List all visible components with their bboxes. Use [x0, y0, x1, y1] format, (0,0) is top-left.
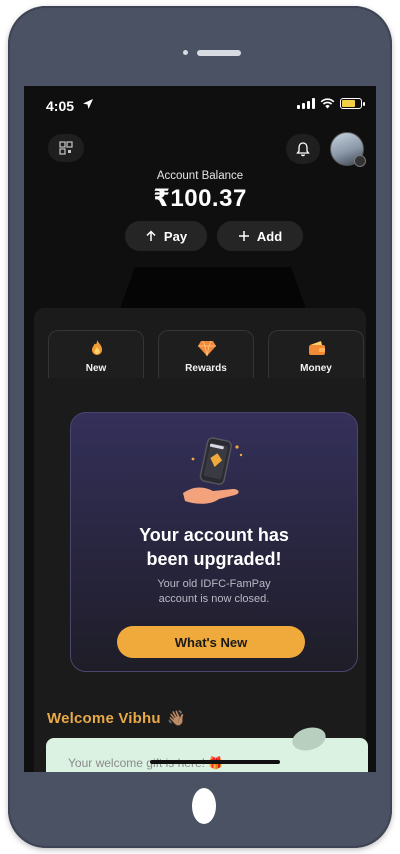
upgrade-promo-card: Your account has been upgraded! Your old… — [70, 412, 358, 672]
app-screen: 4:05 Account Balance ₹100.37 Pay Add New… — [24, 86, 376, 772]
card-peek — [120, 267, 306, 309]
battery-icon — [340, 98, 365, 109]
qr-code-icon — [59, 141, 73, 155]
promo-subtitle-line1: Your old IDFC-FamPay — [157, 578, 271, 590]
welcome-heading: Welcome Vibhu 👋🏽 — [47, 709, 186, 727]
status-bar: 4:05 — [24, 86, 376, 126]
promo-subtitle-line2: account is now closed. — [158, 593, 270, 605]
tab-rewards[interactable]: Rewards — [158, 330, 254, 378]
home-button[interactable] — [192, 788, 216, 824]
status-time: 4:05 — [46, 98, 75, 114]
wallet-icon — [309, 341, 325, 355]
pay-button[interactable]: Pay — [125, 221, 207, 251]
profile-avatar[interactable] — [330, 132, 366, 167]
add-label: Add — [256, 228, 283, 244]
camera-dot — [183, 50, 188, 55]
arrow-up-icon — [146, 230, 156, 241]
avatar-badge-icon — [354, 155, 366, 167]
wifi-icon — [320, 98, 335, 109]
balance-label: Account Balance — [156, 170, 244, 182]
tab-rewards-label: Rewards — [185, 363, 227, 374]
tab-new-label: New — [85, 363, 107, 374]
home-indicator — [150, 760, 280, 764]
speaker-grille — [197, 50, 241, 56]
tab-money-label: Money — [300, 363, 332, 374]
location-arrow-icon — [83, 99, 93, 109]
plus-icon — [238, 231, 249, 241]
signal-icon — [297, 98, 315, 109]
welcome-gift-card[interactable]: Your welcome gift is here! 🎁 — [46, 723, 368, 772]
promo-title-line1: Your account has — [139, 525, 289, 545]
pay-label: Pay — [163, 228, 188, 244]
tab-new[interactable]: New — [48, 330, 144, 378]
welcome-text: Welcome Vibhu — [47, 710, 161, 727]
whats-new-button[interactable]: What's New — [117, 626, 305, 658]
phone-frame: 4:05 Account Balance ₹100.37 Pay Add New… — [8, 6, 392, 848]
phone-in-hand-icon — [183, 437, 243, 504]
qr-scan-button[interactable] — [48, 134, 84, 162]
balance-amount: ₹100.37 — [153, 185, 247, 212]
promo-title-line2: been upgraded! — [146, 549, 282, 569]
bell-icon — [296, 142, 310, 157]
tab-money[interactable]: Money — [268, 330, 364, 378]
wave-icon: 👋🏽 — [167, 710, 187, 727]
notifications-button[interactable] — [286, 134, 320, 164]
add-money-button[interactable]: Add — [217, 221, 303, 251]
flame-icon — [92, 340, 102, 355]
gem-icon — [198, 340, 216, 357]
